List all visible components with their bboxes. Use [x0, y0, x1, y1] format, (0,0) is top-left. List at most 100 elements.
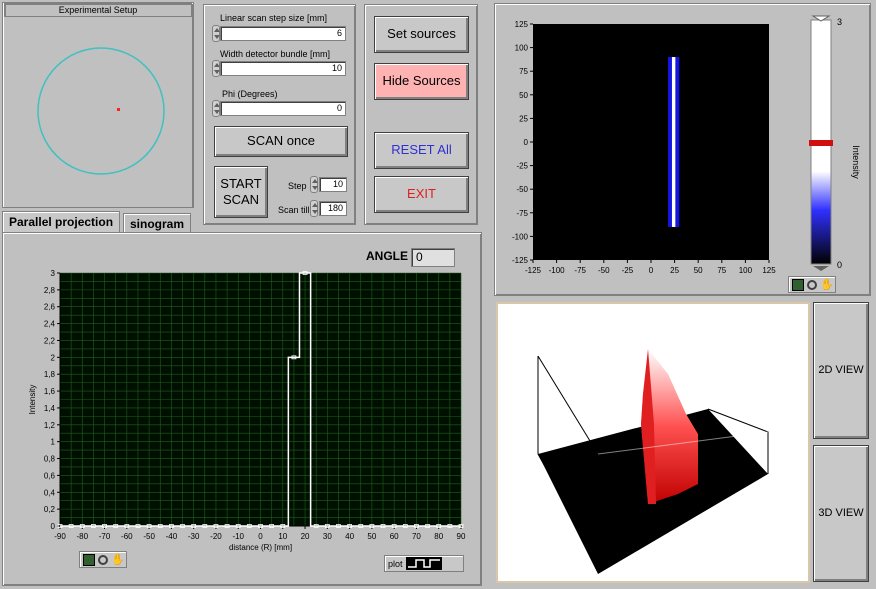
heatmap-area — [533, 24, 769, 260]
y-tick-label: 1,6 — [44, 387, 56, 396]
setup-canvas[interactable] — [4, 19, 192, 207]
y-tick-label: 1,2 — [44, 421, 56, 430]
x-tick-label: -75 — [574, 266, 586, 275]
3d-view-button[interactable]: 3D VIEW — [813, 445, 869, 582]
tab-sinogram[interactable]: sinogram — [123, 213, 192, 234]
x-tick-label: -90 — [54, 532, 66, 541]
pan-hand-icon[interactable]: ✋ — [820, 279, 834, 291]
y-tick-label: 0,6 — [44, 471, 56, 480]
step-spinner[interactable] — [310, 176, 318, 193]
reconstruction-panel: -125 -100 -75 -50 -25 0 25 50 75 100 125 125 100 75 50… — [494, 3, 871, 296]
y-tick-label: -100 — [512, 232, 529, 241]
x-tick-label: 50 — [694, 266, 703, 275]
y-tick-label: -75 — [516, 209, 528, 218]
scan-till-input[interactable]: 180 — [319, 201, 347, 216]
x-tick-label: 25 — [670, 266, 679, 275]
x-tick-label: 20 — [301, 532, 310, 541]
step-label: Step — [288, 181, 307, 191]
y-tick-label: -125 — [512, 256, 529, 265]
x-tick-label: -70 — [99, 532, 111, 541]
x-tick-label: 90 — [457, 532, 466, 541]
colorbar-label: Intensity — [851, 145, 861, 179]
projection-chart: -90 -80 -70 -60 -50 -40 -30 -20 -10 0 10 20 30 40 50 60… — [28, 269, 466, 552]
x-tick-label: 125 — [762, 266, 776, 275]
y-tick-label: 25 — [519, 114, 528, 123]
x-tick-label: 40 — [345, 532, 354, 541]
x-tick-label: 75 — [717, 266, 726, 275]
heatmap-band-core — [671, 57, 676, 227]
phi-input[interactable]: 0 — [220, 101, 346, 116]
x-tick-label: 50 — [367, 532, 376, 541]
phi-spinner[interactable] — [212, 100, 220, 117]
2d-view-button[interactable]: 2D VIEW — [813, 302, 869, 439]
y-tick-label: 75 — [519, 67, 528, 76]
y-axis-label: Intensity — [28, 385, 37, 415]
y-tick-label: 50 — [519, 91, 528, 100]
x-tick-label: -50 — [598, 266, 610, 275]
pan-hand-icon[interactable]: ✋ — [111, 554, 125, 566]
scan-once-button[interactable]: SCAN once — [214, 126, 348, 157]
x-tick-label: -30 — [188, 532, 200, 541]
step-input[interactable]: 10 — [319, 177, 347, 192]
source-buttons-panel: Set sources Hide Sources RESET All EXIT — [364, 4, 478, 225]
plot-legend[interactable]: plot — [384, 555, 464, 572]
reconstruction-heatmap: -125 -100 -75 -50 -25 0 25 50 75 100 125 125 100 75 50… — [512, 20, 776, 275]
step-size-input[interactable]: 6 — [220, 26, 346, 41]
plot-line-sample-icon — [405, 557, 442, 570]
width-spinner[interactable] — [212, 60, 220, 77]
width-input[interactable]: 10 — [220, 61, 346, 76]
y-tick-label: -50 — [516, 185, 528, 194]
phi-label: Phi (Degrees) — [222, 89, 278, 99]
x-tick-label: -25 — [622, 266, 634, 275]
exit-button[interactable]: EXIT — [374, 176, 469, 213]
x-tick-label: 60 — [390, 532, 399, 541]
grid-cursor-icon[interactable] — [83, 553, 95, 566]
y-tick-label: 2,2 — [44, 336, 56, 345]
y-tick-label: 0,8 — [44, 455, 56, 464]
hide-sources-button[interactable]: Hide Sources — [374, 63, 469, 100]
scan-till-spinner[interactable] — [310, 200, 318, 217]
y-tick-label: 0,4 — [44, 488, 56, 497]
start-scan-button[interactable]: START SCAN — [214, 166, 268, 218]
tab-parallel-projection[interactable]: Parallel projection — [2, 211, 121, 232]
graph-tools[interactable]: ✋ — [79, 551, 127, 568]
experimental-setup-title: Experimental Setup — [4, 3, 192, 17]
y-tick-label: 100 — [515, 44, 529, 53]
x-axis-label: distance (R) [mm] — [229, 543, 292, 552]
y-tick-label: 3 — [51, 269, 56, 278]
x-tick-label: -60 — [121, 532, 133, 541]
y-tick-label: 2,8 — [44, 286, 56, 295]
y-tick-label: 0,2 — [44, 505, 56, 514]
x-tick-label: 0 — [258, 532, 263, 541]
set-sources-button[interactable]: Set sources — [374, 16, 469, 53]
heatmap-tools[interactable]: ✋ — [788, 276, 836, 293]
y-tick-label: 0 — [51, 522, 56, 531]
x-tick-label: -40 — [166, 532, 178, 541]
width-label: Width detector bundle [mm] — [220, 49, 331, 59]
x-tick-label: -100 — [549, 266, 566, 275]
colorbar-max: 3 — [837, 17, 842, 27]
reset-all-button[interactable]: RESET All — [374, 132, 469, 169]
experimental-setup-panel: Experimental Setup — [2, 2, 194, 208]
x-tick-label: -10 — [232, 532, 244, 541]
grid-cursor-icon[interactable] — [792, 278, 804, 291]
x-tick-label: 0 — [649, 266, 654, 275]
intensity-colorbar[interactable]: 3 0 Intensity — [795, 12, 867, 274]
y-tick-label: 125 — [515, 20, 529, 29]
scan-till-label: Scan till — [278, 205, 310, 215]
y-tick-label: 1,8 — [44, 370, 56, 379]
colorbar-slider — [809, 140, 833, 146]
x-tick-label: -50 — [143, 532, 155, 541]
y-tick-label: 1 — [51, 438, 56, 447]
x-tick-label: 70 — [412, 532, 421, 541]
projection-panel: ANGLE 0 -90 -80 -70 -60 -50 -40 -30 -20 -10 0 10 20… — [2, 232, 482, 586]
zoom-icon[interactable] — [98, 554, 108, 565]
x-tick-label: -80 — [76, 532, 88, 541]
x-tick-label: -20 — [210, 532, 222, 541]
x-tick-label: 80 — [434, 532, 443, 541]
surface-3d-view[interactable] — [496, 302, 810, 583]
step-size-spinner[interactable] — [212, 25, 220, 42]
angle-label: ANGLE — [366, 249, 408, 263]
zoom-icon[interactable] — [807, 279, 817, 290]
x-tick-label: 10 — [278, 532, 287, 541]
